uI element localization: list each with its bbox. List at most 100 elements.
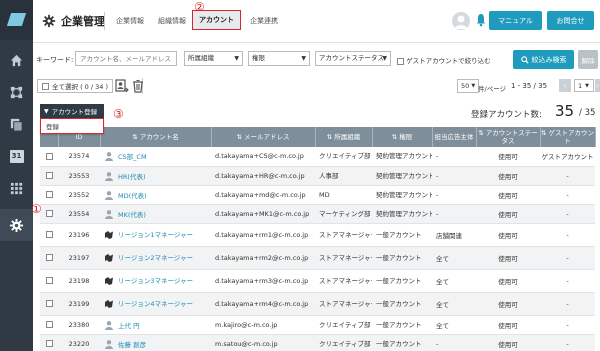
cell-name[interactable]: 上代 円: [100, 315, 211, 335]
account-name-link[interactable]: MK(代表): [104, 209, 211, 219]
row-checkbox[interactable]: [45, 277, 53, 284]
row-checkbox[interactable]: [45, 231, 53, 238]
account-name-link[interactable]: リージョン3マネージャー: [104, 276, 211, 286]
sidebar-item-organization[interactable]: [0, 76, 33, 108]
row-checkbox[interactable]: [45, 300, 53, 307]
status-select-value: アカウントステータス: [319, 54, 384, 62]
prev-page-button[interactable]: ‹: [559, 79, 571, 92]
row-checkbox[interactable]: [45, 191, 53, 198]
account-name-link[interactable]: リージョン1マネージャー: [104, 230, 211, 240]
manual-button[interactable]: マニュアル: [489, 11, 542, 30]
guest-filter-checkbox[interactable]: [397, 57, 404, 65]
sidebar-item-documents[interactable]: [0, 108, 33, 140]
row-checkbox[interactable]: [45, 254, 53, 261]
select-all-checkbox[interactable]: [42, 82, 49, 90]
table-row[interactable]: 23196 リージョン1マネージャー d.takayama+rm1@c-m.co.j…: [40, 223, 595, 247]
cell-org: MD: [315, 185, 372, 205]
cell-status: 使用可: [476, 246, 540, 270]
per-page-select[interactable]: 50 ▼: [457, 79, 480, 93]
table-row[interactable]: 23380 上代 円 m.kajiro@c-m.co.jp クリエイティブ部 一般アカウ…: [40, 315, 595, 335]
sidebar: 31: [0, 0, 33, 351]
cell-name[interactable]: MK(代表): [100, 204, 211, 224]
page-select[interactable]: 1 ▼: [574, 79, 594, 92]
sidebar-item-home[interactable]: [0, 44, 33, 76]
account-name-link[interactable]: CS部_CM: [104, 151, 211, 162]
user-avatar[interactable]: [452, 12, 470, 30]
clear-filter-button[interactable]: 解除: [578, 50, 598, 69]
sidebar-item-settings[interactable]: [0, 209, 33, 241]
table-row[interactable]: 23554 MK(代表) d.takayama+MK1@c-m.co.jp マーケティ…: [40, 204, 595, 224]
status-select[interactable]: アカウントステータス ▼: [315, 51, 391, 66]
table-row[interactable]: 23220 佐藤 創彦 m.satou@c-m.co.jp クリエイティブ部 一般アカウ…: [40, 334, 595, 351]
account-name: MK(代表): [118, 210, 146, 219]
map-pin-icon: [105, 276, 113, 285]
filter-search-button[interactable]: 絞込み検索: [513, 50, 574, 69]
cell-name[interactable]: CS部_CM: [100, 147, 211, 167]
tab-company-link[interactable]: 企業連携: [250, 16, 278, 26]
row-checkbox[interactable]: [45, 340, 53, 347]
column-header-org[interactable]: ⇅ 所属組織: [315, 127, 373, 147]
account-name-link[interactable]: 佐藤 創彦: [104, 339, 211, 349]
table-row[interactable]: 23574 CS部_CM d.takayama+CS@c-m.co.jp クリエイティ…: [40, 147, 595, 167]
cell-name[interactable]: MD(代表): [100, 185, 211, 205]
table-row[interactable]: 23199 リージョン4マネージャー d.takayama+rm4@c-m.co.j…: [40, 292, 595, 316]
sidebar-item-calendar[interactable]: 31: [0, 140, 33, 172]
contact-button[interactable]: お問合せ: [547, 11, 594, 30]
table-row[interactable]: 23553 HR(代表) d.takayama+HR@c-m.co.jp 人事部 契約管…: [40, 166, 595, 186]
account-register-button[interactable]: ▼ アカウント登録: [40, 104, 104, 118]
account-name-link[interactable]: リージョン2マネージャー: [104, 253, 211, 263]
app-logo[interactable]: [0, 0, 33, 40]
cell-name[interactable]: リージョン3マネージャー: [100, 269, 211, 293]
tab-company-info[interactable]: 企業情報: [116, 16, 144, 26]
cell-name[interactable]: リージョン1マネージャー: [100, 223, 211, 247]
role-select[interactable]: 権限 ▼: [248, 51, 310, 66]
sidebar-item-apps[interactable]: [0, 172, 33, 204]
account-name-link[interactable]: MD(代表): [104, 190, 211, 200]
column-header-status[interactable]: ⇅ アカウントステータス: [476, 127, 541, 147]
account-name: リージョン2マネージャー: [118, 253, 194, 262]
cell-advertiser: -: [432, 334, 476, 351]
cell-advertiser: 全て: [432, 269, 476, 293]
row-checkbox[interactable]: [45, 210, 53, 217]
select-all-button[interactable]: 全て選択 ( 0 / 34 ): [37, 79, 113, 93]
cell-name[interactable]: リージョン4マネージャー: [100, 292, 211, 316]
account-name-link[interactable]: HR(代表): [104, 171, 211, 181]
cell-guest: -: [540, 292, 595, 316]
row-checkbox[interactable]: [45, 321, 53, 328]
trash-icon[interactable]: [131, 78, 145, 94]
row-checkbox[interactable]: [45, 172, 53, 179]
map-pin-icon: [105, 299, 113, 308]
cell-id: 23196: [58, 223, 100, 247]
table-row[interactable]: 23552 MD(代表) d.takayama+md@c-m.co.jp MD 契約管理…: [40, 185, 595, 205]
account-name-link[interactable]: リージョン4マネージャー: [104, 299, 211, 309]
chevron-down-icon: ▼: [585, 82, 589, 89]
guest-filter[interactable]: ゲストアカウントで絞り込む: [397, 55, 491, 65]
column-header-name[interactable]: ⇅ アカウント名: [100, 127, 212, 147]
chevron-down-icon: ▼: [234, 55, 239, 62]
column-header-role[interactable]: ⇅ 権限: [372, 127, 433, 147]
cell-name[interactable]: リージョン2マネージャー: [100, 246, 211, 270]
cell-name[interactable]: HR(代表): [100, 166, 211, 186]
cell-id: 23198: [58, 269, 100, 293]
table-row[interactable]: 23197 リージョン2マネージャー d.takayama+rm2@c-m.co.j…: [40, 246, 595, 270]
bell-icon[interactable]: [476, 13, 486, 27]
column-header-guest[interactable]: ⇅ ゲストアカウント: [540, 127, 596, 147]
cell-role: 一般アカウント: [372, 223, 432, 247]
next-page-button[interactable]: ›: [595, 79, 600, 92]
cell-status: 使用可: [476, 269, 540, 293]
keyword-input[interactable]: [75, 51, 177, 66]
column-header-email-label: メールアドレス: [244, 133, 290, 141]
cell-org: マーケティング部: [315, 204, 372, 224]
column-header-email[interactable]: ⇅ メールアドレス: [211, 127, 316, 147]
cell-org: クリエイティブ部: [315, 147, 372, 167]
row-checkbox[interactable]: [45, 152, 53, 160]
table-row[interactable]: 23198 リージョン3マネージャー d.takayama+rm3@c-m.co.j…: [40, 269, 595, 293]
org-select[interactable]: 所属組織 ▼: [184, 51, 243, 66]
cell-id: 23553: [58, 166, 100, 186]
tab-organization-info[interactable]: 組織情報: [158, 16, 186, 26]
account-name-link[interactable]: 上代 円: [104, 320, 211, 330]
cell-name[interactable]: 佐藤 創彦: [100, 334, 211, 351]
user-move-icon[interactable]: [115, 78, 129, 94]
register-menu-item[interactable]: 登録: [40, 118, 104, 134]
sort-icon: ⇅: [236, 133, 244, 141]
